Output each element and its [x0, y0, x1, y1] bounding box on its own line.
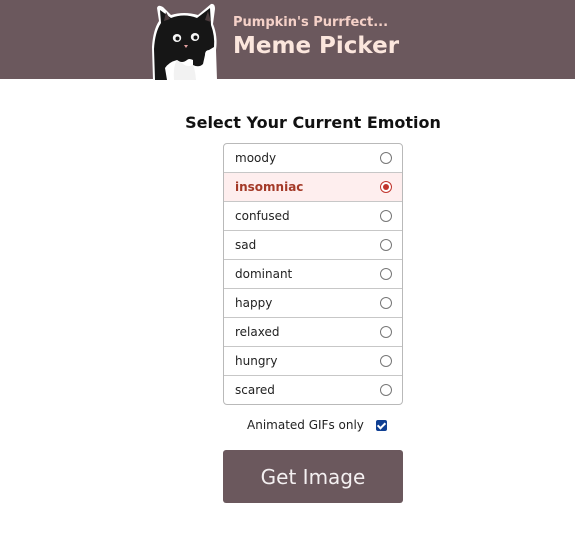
emotion-label: insomniac: [235, 180, 304, 194]
emotion-label: happy: [235, 296, 273, 310]
emotion-radio[interactable]: [380, 326, 392, 338]
emotion-option-hungry[interactable]: hungry: [224, 346, 402, 375]
emotion-radio[interactable]: [380, 384, 392, 396]
emotion-option-confused[interactable]: confused: [224, 201, 402, 230]
tuxedo-cat-icon: [152, 3, 217, 80]
emotion-option-sad[interactable]: sad: [224, 230, 402, 259]
emotion-label: moody: [235, 151, 277, 165]
gifs-only-option[interactable]: Animated GIFs only: [247, 418, 387, 432]
emotion-radio[interactable]: [380, 268, 392, 280]
emotion-radio-selected[interactable]: [380, 181, 392, 193]
emotion-option-happy[interactable]: happy: [224, 288, 402, 317]
emotion-radio[interactable]: [380, 239, 392, 251]
emotion-label: hungry: [235, 354, 278, 368]
emotion-radio[interactable]: [380, 152, 392, 164]
emotion-label: relaxed: [235, 325, 280, 339]
emotion-radio[interactable]: [380, 355, 392, 367]
emotion-option-relaxed[interactable]: relaxed: [224, 317, 402, 346]
emotion-option-dominant[interactable]: dominant: [224, 259, 402, 288]
emotion-label: sad: [235, 238, 257, 252]
emotion-radio[interactable]: [380, 210, 392, 222]
app-title: Meme Picker: [233, 33, 400, 59]
emotion-radio-list: moody insomniac confused sad dominant ha…: [223, 143, 403, 405]
app-header: Pumpkin's Purrfect... Meme Picker: [0, 0, 575, 80]
emotion-label: scared: [235, 383, 275, 397]
emotion-option-insomniac[interactable]: insomniac: [224, 172, 402, 201]
gifs-only-checkbox[interactable]: [375, 419, 387, 431]
gifs-only-label: Animated GIFs only: [247, 418, 364, 432]
emotion-option-moody[interactable]: moody: [224, 144, 402, 172]
get-image-button[interactable]: Get Image: [223, 450, 403, 503]
emotion-label: dominant: [235, 267, 293, 281]
emotion-label: confused: [235, 209, 290, 223]
page-heading: Select Your Current Emotion: [185, 113, 441, 133]
header-subtitle: Pumpkin's Purrfect...: [233, 15, 389, 30]
emotion-option-scared[interactable]: scared: [224, 375, 402, 404]
header-title-block: Pumpkin's Purrfect... Meme Picker: [233, 14, 533, 60]
emotion-radio[interactable]: [380, 297, 392, 309]
